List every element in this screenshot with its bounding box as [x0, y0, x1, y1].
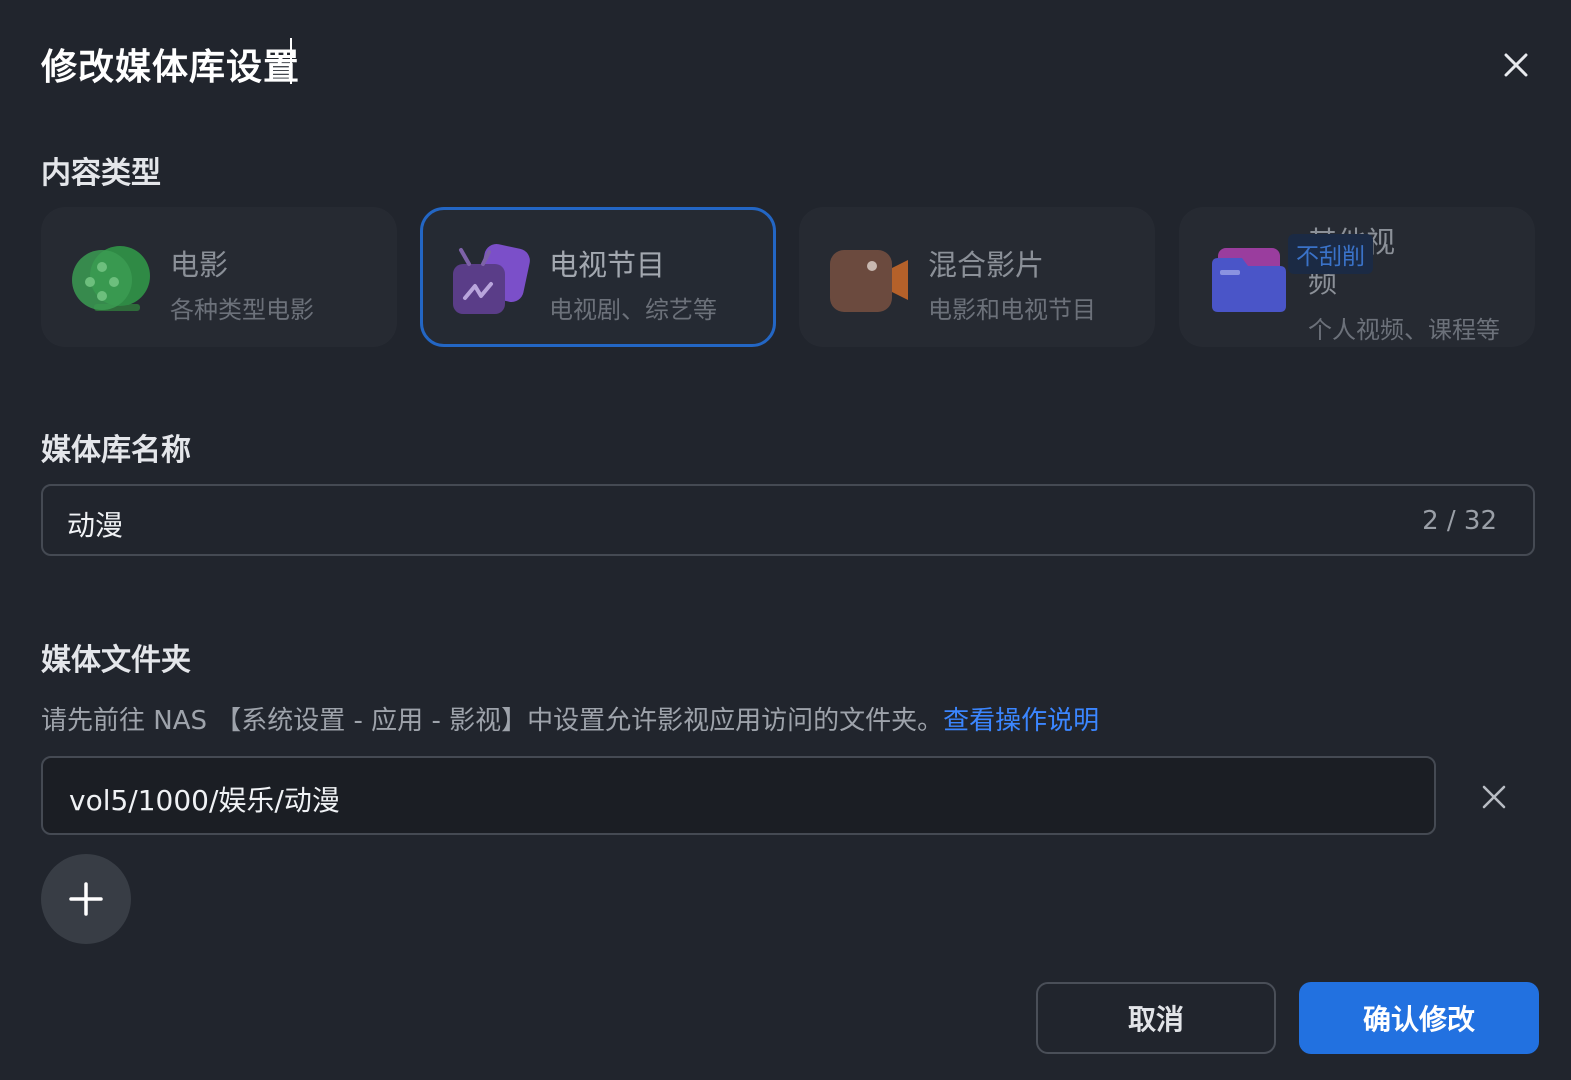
content-type-label: 内容类型 — [41, 156, 161, 191]
confirm-button[interactable]: 确认修改 — [1299, 982, 1539, 1054]
card-tv-show[interactable]: 电视节目 电视剧、综艺等 — [420, 207, 776, 347]
help-link[interactable]: 查看操作说明 — [943, 706, 1099, 736]
card-mixed[interactable]: 混合影片 电影和电视节目 — [799, 207, 1155, 347]
library-name-label: 媒体库名称 — [41, 433, 191, 468]
card-subtitle: 个人视频、课程等 — [1308, 316, 1500, 344]
card-other-video[interactable]: 其他视频 个人视频、课程等 — [1179, 207, 1535, 347]
card-subtitle: 电视剧、综艺等 — [549, 296, 717, 324]
library-name-input[interactable]: 动漫 2 / 32 — [41, 484, 1535, 556]
character-counter: 2 / 32 — [1422, 506, 1497, 536]
card-title: 电视节目 — [549, 248, 666, 282]
text-caret — [290, 38, 292, 84]
card-movie[interactable]: 电影 各种类型电影 — [41, 207, 397, 347]
tv-icon — [453, 244, 530, 314]
remove-folder-button[interactable] — [1475, 778, 1513, 816]
folder-path-field[interactable]: vol5/1000/娱乐/动漫 — [41, 756, 1436, 835]
camera-icon — [830, 250, 908, 312]
card-subtitle: 各种类型电影 — [170, 296, 314, 324]
media-folder-hint: 请先前往 NAS 【系统设置 - 应用 - 影视】中设置允许影视应用访问的文件夹… — [41, 700, 1099, 737]
no-scrape-badge: 不刮削 — [1288, 234, 1373, 274]
add-folder-button[interactable] — [41, 854, 131, 944]
folder-icon — [1212, 248, 1286, 312]
film-reel-icon — [72, 246, 150, 311]
close-icon — [1482, 785, 1506, 809]
media-folder-label: 媒体文件夹 — [41, 643, 191, 678]
card-title: 混合影片 — [928, 248, 1045, 282]
card-subtitle: 电影和电视节目 — [928, 296, 1096, 324]
close-icon — [1504, 53, 1528, 77]
plus-icon — [69, 882, 103, 916]
dialog-title: 修改媒体库设置 — [41, 47, 301, 88]
cancel-button[interactable]: 取消 — [1036, 982, 1276, 1054]
content-type-cards: 电影 各种类型电影 电视节目 电视剧、综艺等 混合影片 电影和电视节目 其他视频… — [41, 207, 1535, 347]
hint-text: 请先前往 NAS 【系统设置 - 应用 - 影视】中设置允许影视应用访问的文件夹… — [41, 706, 944, 736]
close-button[interactable] — [1498, 47, 1534, 83]
folder-path-value: vol5/1000/娱乐/动漫 — [69, 784, 340, 817]
library-name-value: 动漫 — [67, 509, 124, 542]
card-title: 电影 — [170, 248, 229, 282]
